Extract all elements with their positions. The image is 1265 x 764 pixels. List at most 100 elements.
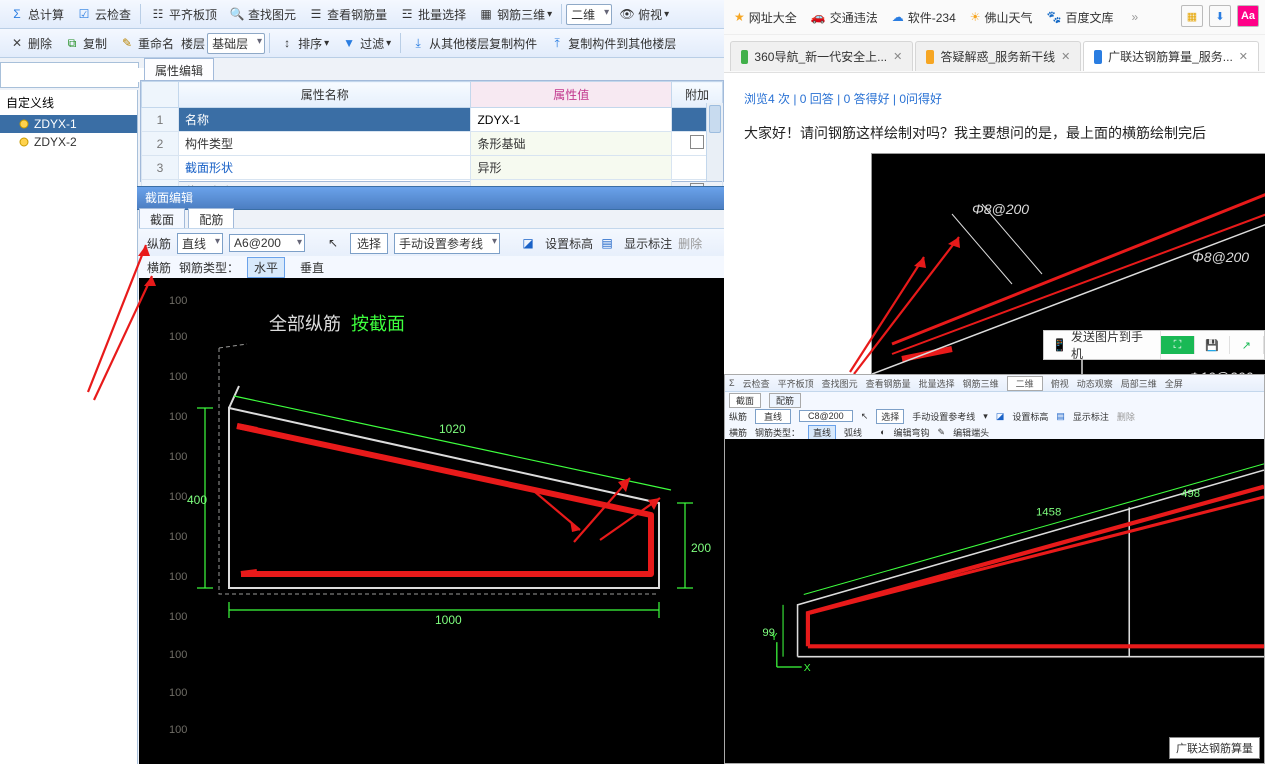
favicon-icon [926,50,934,64]
trans-rebar-label: 横筋 [147,259,171,276]
svg-text:498: 498 [1181,488,1200,500]
section-cad-canvas[interactable]: 100 100 100 100 100 100 100 100 100 100 … [139,278,724,764]
batch-icon: ☲ [399,6,415,22]
tree-header: 自定义线 [0,90,137,115]
cube-icon: ▦ [478,6,494,22]
grid-icon[interactable]: ▦ [1181,5,1203,27]
set-elev-button[interactable]: 设置标高 [545,235,593,252]
svg-text:100: 100 [169,724,187,736]
up-arrow-icon: ⤒ [549,35,565,51]
section-toolbar-2: 横筋 钢筋类型： 水平 垂直 [139,256,724,279]
svg-text:100: 100 [169,331,187,343]
svg-text:100: 100 [169,649,187,661]
rebar-spec-combo[interactable]: A6@200 [229,234,305,252]
svg-text:X: X [804,663,811,674]
select-button[interactable]: 选择 [350,233,388,254]
share-icon[interactable]: ↗ [1230,336,1264,354]
embed2-toolbar: Σ 云检查 平齐板顶 查找图元 查看钢筋量 批量选择 钢筋三维 二维 俯视 动态… [725,375,1264,392]
embed2-sub1: 纵筋 直线 C8@200 ↖选择 手动设置参考线▾ ◪设置标高 ▤显示标注 删除 [725,408,1264,424]
close-icon[interactable]: ✕ [1239,50,1248,63]
send-to-phone-button[interactable]: 📱发送图片到手机 [1044,331,1161,359]
vertical-toggle[interactable]: 垂直 [293,257,331,278]
view-rebar-button[interactable]: ☰查看钢筋量 [303,4,392,25]
sort-button[interactable]: ↕排序▾ [274,33,334,54]
copy-from-button[interactable]: ⤓从其他楼层复制构件 [405,33,542,54]
car-icon: 🚗 [811,10,826,24]
embed2-cad: X Y 1458 498 [725,439,1264,763]
floor-dropdown[interactable]: 基础层 [207,33,265,54]
fav-weather[interactable]: ☀佛山天气 [970,9,1033,26]
search-box: 🔍 [0,62,139,88]
copy-button[interactable]: ⧉复制 [59,33,112,54]
batch-select-button[interactable]: ☲批量选择 [394,4,471,25]
left-app: Σ总计算 ☑云检查 ☷平齐板顶 🔍查找图元 ☰查看钢筋量 ☲批量选择 ▦钢筋三维… [0,0,725,764]
tab-property-edit[interactable]: 属性编辑 [144,58,214,82]
more-favs-icon[interactable]: » [1132,10,1139,24]
side-view-button[interactable]: 👁俯视▾ [614,4,674,25]
delete-button[interactable]: ✕删除 [4,33,57,54]
save-icon[interactable]: 💾 [1195,336,1229,354]
browser-content: 浏览4 次 | 0 回答 | 0 答得好 | 0问得好 大家好！请问钢筋这样绘制… [724,72,1265,764]
section-toolbar-1: 纵筋 直线 A6@200 ↖ 选择 手动设置参考线 ◪ 设置标高 ▤ 显示标注 … [139,228,724,258]
prop-scrollbar[interactable] [706,103,723,181]
fav-soft[interactable]: ☁软件-234 [892,9,956,26]
down-arrow-icon: ⤓ [410,35,426,51]
flat-top-button[interactable]: ☷平齐板顶 [145,4,222,25]
close-icon[interactable]: ✕ [1061,50,1070,63]
fav-traffic[interactable]: 🚗交通违法 [811,9,878,26]
col-value[interactable]: 属性值 [471,82,672,108]
tree-item-zdyx2[interactable]: ZDYX-2 [0,133,137,151]
cad-label-bysection: 按截面 [351,310,405,336]
browser-tabs: 360导航_新一代安全上...✕ 答疑解惑_服务新干线✕ 广联达钢筋算量_服务.… [724,35,1265,71]
browser-tab-0[interactable]: 360导航_新一代安全上...✕ [730,41,913,71]
del-label-button[interactable]: 删除 [678,235,702,252]
svg-text:100: 100 [169,411,187,423]
row-1-num: 1 [142,108,179,132]
watermark: 广联达钢筋算量 [1169,737,1260,759]
section-editor-title: 截面编辑 [137,186,724,210]
line-type-combo[interactable]: 直线 [177,233,223,254]
svg-text:200: 200 [691,541,711,555]
svg-text:Φ8@200: Φ8@200 [1192,249,1249,265]
close-icon[interactable]: ✕ [893,50,902,63]
aa-icon[interactable]: Aa [1237,5,1259,27]
elev-icon: ◪ [520,235,536,251]
view-mode-dropdown[interactable]: 二维 [566,4,612,25]
svg-text:400: 400 [187,493,207,507]
browser-tab-2[interactable]: 广联达钢筋算量_服务...✕ [1083,41,1259,71]
long-rebar-label: 纵筋 [147,235,171,252]
phone-icon: 📱 [1052,338,1067,352]
row-1-value[interactable]: ZDYX-1 [471,108,672,132]
floor-label: 楼层 [181,35,205,52]
tree-item-zdyx1[interactable]: ZDYX-1 [0,115,137,133]
browser-tab-1[interactable]: 答疑解惑_服务新干线✕ [915,41,1081,71]
row-1-name[interactable]: 名称 [179,108,471,132]
expand-icon[interactable]: ⛶ [1161,336,1195,354]
find-elem-button[interactable]: 🔍查找图元 [224,4,301,25]
svg-text:Φ8@200: Φ8@200 [972,201,1029,217]
eye-icon: 👁 [619,6,635,22]
show-label-button[interactable]: 显示标注 [624,235,672,252]
fav-wenku[interactable]: 🐾百度文库 [1047,9,1114,26]
cloud-check-button[interactable]: ☑云检查 [71,4,136,25]
question-text: 大家好！请问钢筋这样绘制对吗？我主要想问的是，最上面的横筋绘制完后 [744,123,1245,143]
favorites-bar: ★网址大全 🚗交通违法 ☁软件-234 ☀佛山天气 🐾百度文库 » ▦ ⬇ Aa [724,0,1265,35]
rebar-3d-button[interactable]: ▦钢筋三维▾ [473,4,557,25]
checkbox-icon[interactable] [690,135,704,149]
rename-button[interactable]: ✎重命名 [114,33,179,54]
toolbar-1: Σ总计算 ☑云检查 ☷平齐板顶 🔍查找图元 ☰查看钢筋量 ☲批量选择 ▦钢筋三维… [0,0,724,29]
pointer-icon: ↖ [325,235,341,251]
filter-button[interactable]: ▼过滤▾ [336,33,396,54]
property-tabs: 属性编辑 [140,58,722,81]
cad-label-all: 全部纵筋 [269,310,341,336]
cloud-icon: ☑ [76,6,92,22]
fav-all[interactable]: ★网址大全 [734,9,797,26]
col-name[interactable]: 属性名称 [179,82,471,108]
svg-text:100: 100 [169,611,187,623]
horizontal-toggle[interactable]: 水平 [247,257,285,278]
embedded-screenshot-2[interactable]: Σ 云检查 平齐板顶 查找图元 查看钢筋量 批量选择 钢筋三维 二维 俯视 动态… [724,374,1265,764]
down-icon[interactable]: ⬇ [1209,5,1231,27]
copy-to-button[interactable]: ⤒复制构件到其他楼层 [544,33,681,54]
manual-ref-combo[interactable]: 手动设置参考线 [394,233,500,254]
calc-button[interactable]: Σ总计算 [4,4,69,25]
